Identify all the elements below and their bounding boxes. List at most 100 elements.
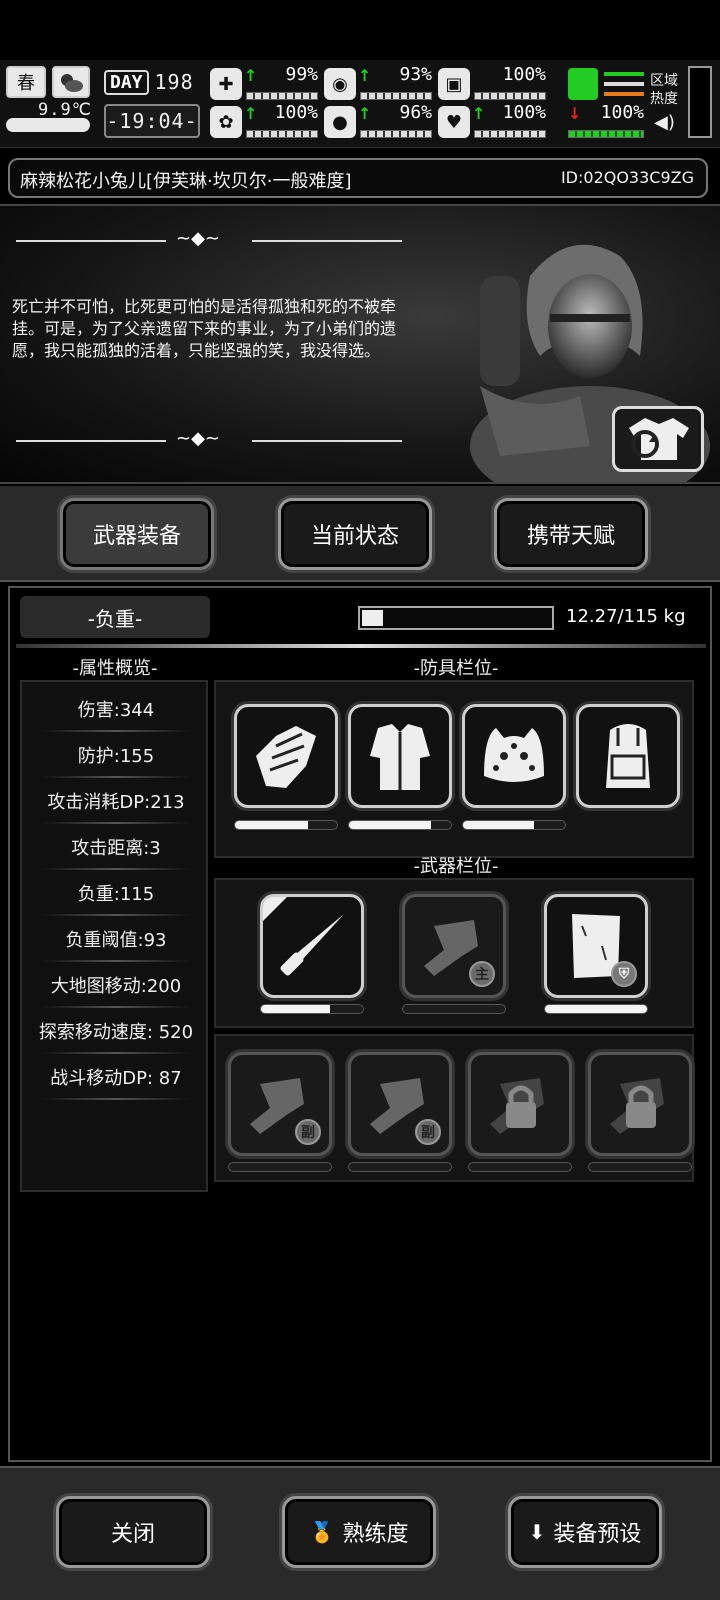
stat-value: 93% bbox=[399, 64, 432, 85]
boot-icon bbox=[568, 68, 598, 100]
stat-boot: ↓ 100% bbox=[566, 102, 646, 140]
attr-attack-dp: 攻击消耗DP:213 bbox=[22, 788, 210, 824]
knife-icon bbox=[280, 914, 344, 976]
boot-orange-line bbox=[604, 92, 644, 96]
attr-load-threshold: 负重阈值:93 bbox=[22, 926, 210, 962]
load-value: 12.27/115 kg bbox=[566, 606, 686, 627]
durability-fill bbox=[261, 1005, 331, 1013]
attr-load: 负重:115 bbox=[22, 880, 210, 916]
attr-protection: 防护:155 bbox=[22, 742, 210, 778]
tab-weapons-equipment[interactable]: 武器装备 bbox=[60, 498, 214, 570]
sub-tag: 副 bbox=[295, 1119, 321, 1145]
character-name: 麻辣松花小兔儿[伊芙琳·坎贝尔·一般难度] bbox=[20, 171, 352, 192]
trend-up-icon: ↑ bbox=[358, 104, 372, 123]
durability-fill bbox=[349, 821, 431, 829]
proficiency-label: 熟练度 bbox=[342, 1522, 409, 1547]
weapon-slot-main[interactable]: 主 bbox=[402, 894, 506, 998]
durability-bar bbox=[462, 820, 566, 830]
character-banner: ~◆~ 死亡并不可怕，比死更可怕的是活得孤独和死的不被牵挂。可是，为了父亲遗留下… bbox=[0, 204, 720, 484]
brain-icon: ✿ bbox=[210, 106, 242, 138]
tab-current-status[interactable]: 当前状态 bbox=[278, 498, 432, 570]
sub-weapon-slot-2[interactable]: 副 bbox=[348, 1052, 452, 1156]
trend-up-icon: ↑ bbox=[472, 104, 486, 123]
armor-slot-hat[interactable] bbox=[462, 704, 566, 808]
weapon-slot-offhand[interactable]: ⛨ bbox=[544, 894, 648, 998]
sub-weapon-slots-panel: 副 副 bbox=[214, 1034, 694, 1182]
boot-white-line bbox=[604, 82, 644, 86]
load-progress-bar bbox=[358, 606, 554, 630]
sub-weapon-slot-1[interactable]: 副 bbox=[228, 1052, 332, 1156]
animal-hat-icon bbox=[484, 728, 544, 782]
outfit-swap-icon bbox=[629, 418, 689, 460]
thermometer-icon bbox=[6, 118, 90, 132]
stat-bar bbox=[246, 92, 318, 100]
stat-bar bbox=[568, 130, 644, 138]
day-number: 198 bbox=[154, 70, 194, 94]
trend-up-icon: ↑ bbox=[358, 66, 372, 85]
durability-fill bbox=[463, 821, 535, 829]
equipment-preset-button[interactable]: ⬇ 装备预设 bbox=[508, 1496, 662, 1568]
proficiency-icon: 🏅 bbox=[309, 1520, 335, 1544]
tab-bar: 武器装备 当前状态 携带天赋 bbox=[0, 486, 720, 582]
proficiency-button[interactable]: 🏅 熟练度 bbox=[282, 1496, 436, 1568]
separator bbox=[16, 644, 706, 648]
bottom-action-bar: 关闭 🏅 熟练度 ⬇ 装备预设 bbox=[0, 1466, 720, 1600]
trend-up-icon: ↑ bbox=[244, 66, 258, 85]
sub-weapon-slot-locked-2[interactable] bbox=[588, 1052, 692, 1156]
stat-bar bbox=[246, 130, 318, 138]
stat-bar bbox=[474, 130, 546, 138]
preset-label: 装备预设 bbox=[553, 1522, 642, 1547]
preset-icon: ⬇ bbox=[528, 1520, 546, 1544]
stat-thirst: ● ↑ 96% bbox=[324, 102, 434, 140]
temperature-readout: 9.9℃ bbox=[38, 100, 92, 120]
close-button[interactable]: 关闭 bbox=[56, 1496, 210, 1568]
equipment-panel: -负重- 12.27/115 kg -属性概览- 伤害:344 防护:155 攻… bbox=[8, 586, 712, 1462]
durability-fill bbox=[545, 1005, 647, 1013]
main-tag: 主 bbox=[469, 961, 495, 987]
clock-readout: -19:04- bbox=[106, 109, 198, 133]
medkit-icon: ✚ bbox=[210, 68, 242, 100]
heart-icon: ♥ bbox=[438, 106, 470, 138]
durability-bar bbox=[228, 1162, 332, 1172]
ornament-divider-top: ~◆~ bbox=[16, 228, 406, 250]
armor-slot-gloves[interactable] bbox=[234, 704, 338, 808]
backpack-icon bbox=[606, 724, 650, 788]
weapon-slots-panel: 主 ⛨ bbox=[214, 878, 694, 1028]
stomach-icon: ◉ bbox=[324, 68, 356, 100]
stat-value: 100% bbox=[600, 102, 644, 123]
durability-fill bbox=[235, 821, 309, 829]
weather-icon bbox=[52, 66, 90, 98]
sound-icon[interactable]: ◀) bbox=[654, 112, 675, 133]
lock-icon bbox=[490, 1078, 544, 1134]
attr-combat-move-dp: 战斗移动DP: 87 bbox=[22, 1064, 210, 1100]
armor-slot-backpack[interactable] bbox=[576, 704, 680, 808]
attr-explore-speed: 探索移动速度: 520 bbox=[22, 1018, 210, 1054]
change-outfit-button[interactable] bbox=[612, 406, 704, 472]
close-label: 关闭 bbox=[110, 1522, 155, 1547]
lock-icon bbox=[610, 1078, 664, 1134]
durability-bar bbox=[402, 1004, 506, 1014]
day-label: DAY bbox=[104, 69, 149, 95]
weapons-title: -武器栏位- bbox=[413, 856, 499, 877]
tab-talents[interactable]: 携带天赋 bbox=[494, 498, 648, 570]
durability-bar bbox=[260, 1004, 364, 1014]
stat-bar bbox=[360, 130, 432, 138]
stat-value: 100% bbox=[502, 102, 546, 123]
armor-title: -防具栏位- bbox=[413, 658, 499, 679]
battery-icon: ▣ bbox=[438, 68, 470, 100]
character-name-bar: 麻辣松花小兔儿[伊芙琳·坎贝尔·一般难度] ID:02QO33C9ZG bbox=[8, 158, 708, 198]
armor-slot-jacket[interactable] bbox=[348, 704, 452, 808]
fur-jacket-icon bbox=[370, 724, 430, 790]
stat-value: 100% bbox=[274, 102, 318, 123]
sub-tag: 副 bbox=[415, 1119, 441, 1145]
durability-bar bbox=[348, 1162, 452, 1172]
attr-attack-range: 攻击距离:3 bbox=[22, 834, 210, 870]
durability-bar bbox=[348, 820, 452, 830]
weapon-slot-knife[interactable] bbox=[260, 894, 364, 998]
stat-value: 99% bbox=[285, 64, 318, 85]
durability-bar bbox=[544, 1004, 648, 1014]
sub-weapon-slot-locked-1[interactable] bbox=[468, 1052, 572, 1156]
ornament-divider-bottom: ~◆~ bbox=[16, 428, 406, 450]
attr-map-move: 大地图移动:200 bbox=[22, 972, 210, 1008]
zone-heat-meter bbox=[688, 66, 712, 138]
